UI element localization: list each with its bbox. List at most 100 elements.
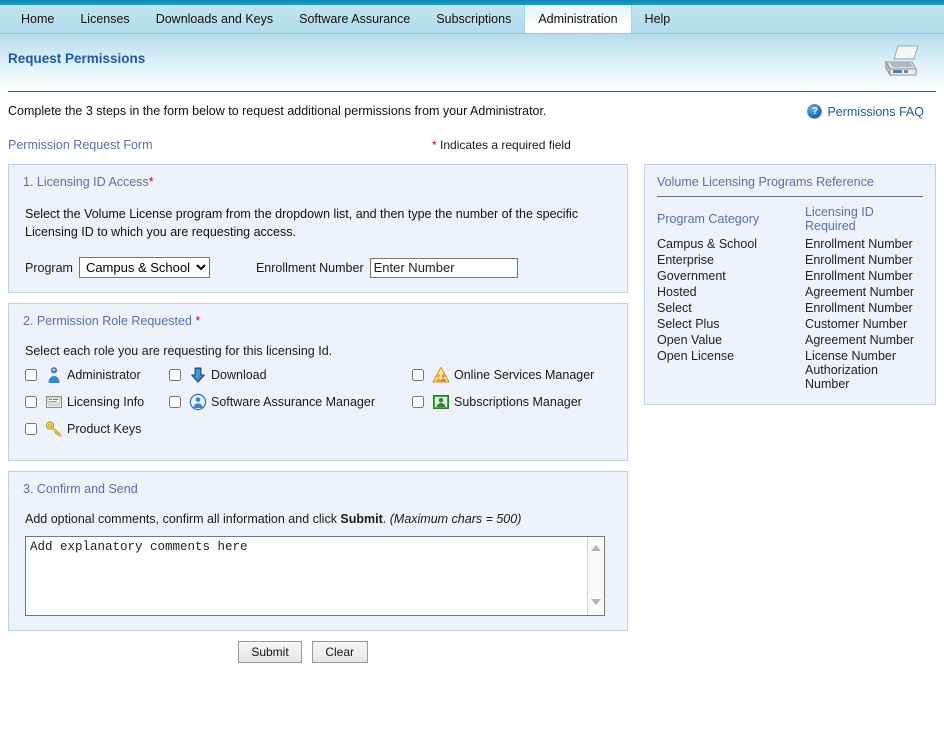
reference-program-category: Select Plus [657,317,720,331]
nav-item-software-assurance[interactable]: Software Assurance [286,5,423,33]
step1-title: 1. Licensing ID Access* [9,165,627,189]
nav-item-label: Subscriptions [436,12,512,26]
step1-required-star: * [148,175,154,189]
role-checkbox[interactable] [412,396,424,409]
reference-id-line-secondary: Authorization Number [805,363,878,391]
required-field-note: * Indicates a required field [432,138,571,152]
license-card-icon [45,393,63,411]
form-actions: Submit Clear [8,641,628,664]
question-mark-circle-icon: ? [807,104,823,119]
reference-licensing-id-required: Enrollment Number [805,300,923,316]
subscriptions-card-icon [432,393,450,411]
printer-icon[interactable] [880,42,924,82]
reference-id-line: Agreement Number [805,285,915,299]
step2-title-text: 2. Permission Role Requested [23,314,196,329]
chevron-up-icon[interactable] [591,545,601,552]
reference-licensing-id-required: Customer Number [805,316,923,332]
program-label: Program [25,260,73,275]
reference-program-category: Select [657,301,692,315]
clear-button[interactable]: Clear [311,641,368,664]
role-label: Product Keys [67,422,142,437]
role-label: Licensing Info [67,395,145,410]
submit-button[interactable]: Submit [238,641,302,664]
comments-wrapper [25,536,605,617]
download-arrow-icon [189,366,207,384]
role-administrator[interactable]: Administrator [25,366,141,384]
program-select[interactable]: Campus & SchoolEnterpriseGovernmentHoste… [78,257,210,279]
nav-item-downloads-and-keys[interactable]: Downloads and Keys [143,5,286,33]
page-title-band: Request Permissions [0,34,944,91]
role-checkbox[interactable] [169,396,181,409]
reference-id-line: Agreement Number [805,333,915,347]
role-checkbox[interactable] [412,369,424,382]
role-checkbox[interactable] [25,369,37,382]
role-checkbox[interactable] [25,396,37,409]
enrollment-number-label: Enrollment Number [255,260,364,275]
nav-item-help[interactable]: Help [632,5,684,33]
reference-licensing-id-required: Agreement Number [805,284,923,300]
nav-item-label: Licenses [80,12,130,26]
step1-body: Select the Volume License program from t… [9,189,627,292]
role-product-keys[interactable]: Product Keys [25,420,141,438]
reference-table-row: Hosted Agreement Number [657,284,923,300]
role-software-assurance-manager[interactable]: Software Assurance Manager [169,393,375,411]
reference-id-line: Enrollment Number [805,269,913,283]
chevron-down-icon[interactable] [591,599,601,606]
roles-grid: Administrator Licensing Info Product Keys D… [25,364,611,446]
nav-item-label: Downloads and Keys [155,12,274,26]
reference-table-body: Campus & School Enrollment Number Enterpri… [657,236,923,392]
confirm-text-before: Add optional comments, confirm all infor… [25,512,341,527]
reference-program-category: Government [657,269,726,283]
role-download[interactable]: Download [169,366,267,384]
step3-title: 3. Confirm and Send [23,482,138,497]
reference-program-category: Hosted [657,285,697,299]
permissions-faq-label: Permissions FAQ [827,104,924,119]
reference-id-line: Enrollment Number [805,253,913,267]
reference-licensing-id-required: License Number Authorization Number [805,348,923,392]
comments-textarea[interactable] [25,536,605,617]
nav-item-label: Software Assurance [299,12,411,26]
reference-id-line: Enrollment Number [805,237,913,251]
reference-licensing-id-required: Enrollment Number [805,252,923,268]
person-circle-icon [189,393,207,411]
nav-item-administration[interactable]: Administration [524,5,632,33]
submit-emphasis: Submit [340,512,383,527]
reference-program-category: Open Value [657,333,723,347]
printer-icon-svg [885,45,919,77]
role-label: Subscriptions Manager [454,395,582,410]
reference-col-licensing-id: Licensing ID Required [805,205,874,233]
reference-licensing-id-required: Enrollment Number [805,268,923,284]
right-column: Volume Licensing Programs Reference Prog… [644,164,936,405]
nav-item-subscriptions[interactable]: Subscriptions [423,5,524,33]
step1-description: Select the Volume License program from t… [25,207,579,240]
role-subscriptions-manager[interactable]: Subscriptions Manager [412,393,582,411]
reference-table-row: Campus & School Enrollment Number [657,236,923,252]
step1-title-text: 1. Licensing ID Access [23,175,149,189]
roles-instruction: Select each role you are requesting for … [25,344,333,359]
reference-table: Program Category Licensing ID Required C… [657,204,923,392]
comments-scrollbar[interactable] [587,537,604,616]
reference-table-row: Government Enrollment Number [657,268,923,284]
reference-table-row: Enterprise Enrollment Number [657,252,923,268]
reference-licensing-id-required: Enrollment Number [805,236,923,252]
nav-item-licenses[interactable]: Licenses [67,5,142,33]
volume-licensing-reference-panel: Volume Licensing Programs Reference Prog… [644,164,936,405]
permission-request-form-label: Permission Request Form [8,138,153,152]
permissions-faq-link[interactable]: ? Permissions FAQ [807,104,924,119]
program-row: Program Campus & SchoolEnterpriseGovernm… [25,257,611,279]
role-checkbox[interactable] [25,423,37,436]
person-blue-icon [45,366,63,384]
step3-panel: 3. Confirm and Send Add optional comment… [8,471,628,632]
role-licensing-info[interactable]: Licensing Info [25,393,144,411]
role-online-services-manager[interactable]: Online Services Manager [412,366,594,384]
page-title: Request Permissions [8,51,146,66]
intro-text: Complete the 3 steps in the form below t… [8,104,547,118]
enrollment-number-input[interactable] [369,257,518,278]
reference-table-row: Select Enrollment Number [657,300,923,316]
role-checkbox[interactable] [169,369,181,382]
main-content: 1. Licensing ID Access* Select the Volum… [0,164,944,664]
reference-licensing-id-required: Agreement Number [805,332,923,348]
step2-title: 2. Permission Role Requested * [9,304,627,328]
step3-body: Add optional comments, confirm all infor… [9,496,627,630]
nav-item-home[interactable]: Home [8,5,67,33]
